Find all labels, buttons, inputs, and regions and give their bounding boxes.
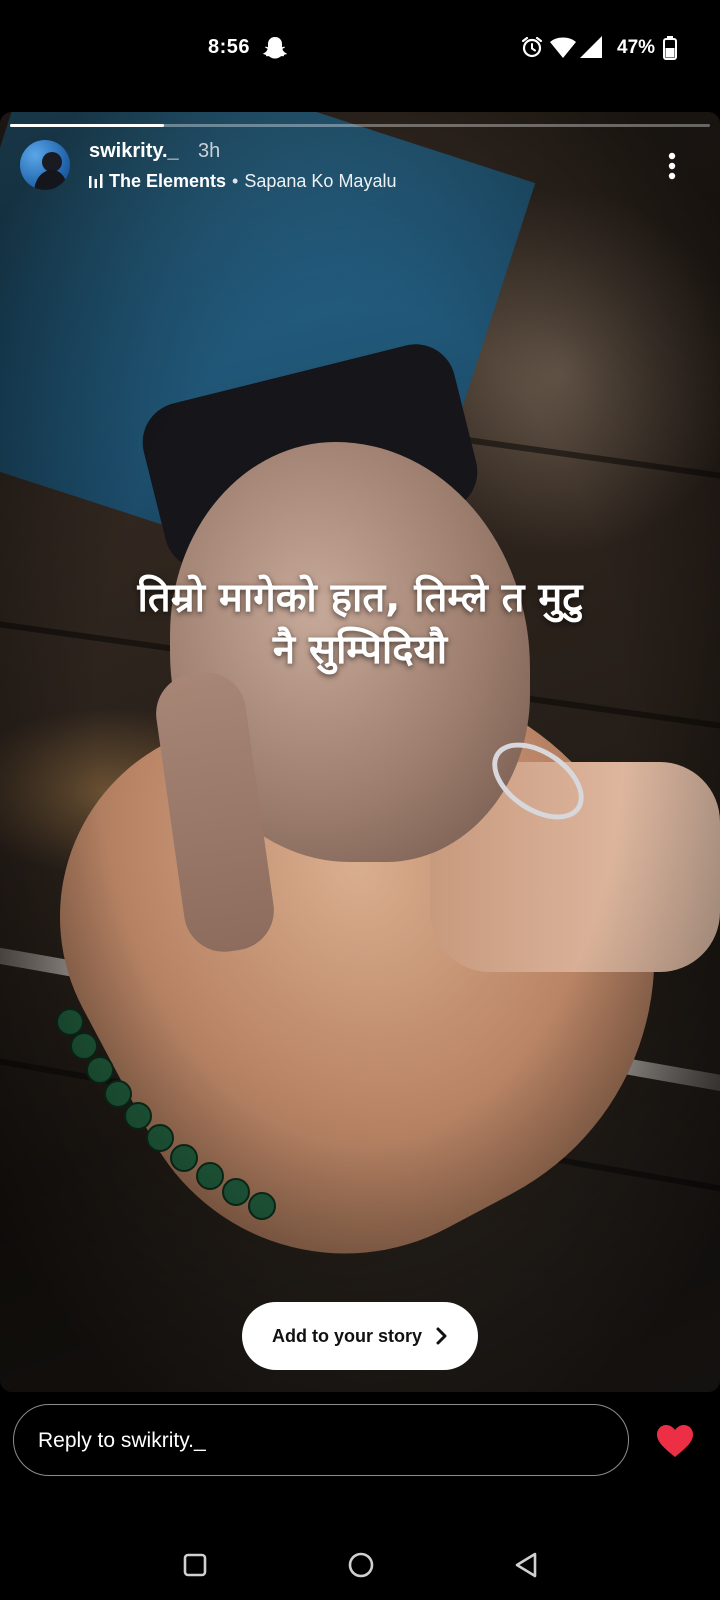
status-time: 8:56 <box>208 36 251 58</box>
home-icon[interactable] <box>348 1552 374 1578</box>
svg-text:4: 4 <box>567 51 572 59</box>
signal-icon <box>580 36 602 58</box>
audio-bars-icon <box>89 174 103 188</box>
reply-input[interactable]: Reply to swikrity._ <box>13 1404 629 1476</box>
caption-line-2: नै सुम्पिदियौ <box>272 627 448 673</box>
alarm-icon <box>521 36 543 58</box>
avatar[interactable] <box>20 140 70 190</box>
story-progress-bar <box>10 124 710 127</box>
battery-icon <box>663 36 677 60</box>
story-username[interactable]: swikrity._ <box>89 140 179 163</box>
music-separator: • <box>232 170 239 191</box>
back-icon[interactable] <box>514 1551 538 1579</box>
music-artist: The Elements <box>109 170 227 191</box>
more-options-icon[interactable] <box>668 152 676 180</box>
battery-percentage: 47% <box>617 37 656 58</box>
chevron-right-icon <box>436 1327 447 1345</box>
story-time-ago: 3h <box>198 140 221 162</box>
snapchat-ghost-icon <box>263 37 287 59</box>
heart-icon[interactable] <box>656 1424 694 1458</box>
reply-placeholder: Reply to swikrity._ <box>38 1429 206 1452</box>
story-caption: तिम्रो मागेको हात, तिम्ले त मुटु नै सुम्… <box>60 572 660 676</box>
add-to-story-label: Add to your story <box>271 1325 422 1346</box>
add-to-story-button[interactable]: Add to your story <box>242 1302 478 1370</box>
music-sticker[interactable]: The Elements • Sapana Ko Mayalu <box>89 169 396 193</box>
status-bar: 8:56 4 47% <box>0 0 720 96</box>
story-viewer-screen: 8:56 4 47% swikrity._ 3h The Elements • … <box>0 0 720 1600</box>
wifi-icon: 4 <box>550 37 576 59</box>
story-progress-fill <box>10 124 164 127</box>
photo-vignette <box>0 112 720 1392</box>
story-content[interactable]: swikrity._ 3h The Elements • Sapana Ko M… <box>0 112 720 1392</box>
avatar-photo-icon <box>34 152 68 190</box>
recent-apps-icon[interactable] <box>183 1553 207 1577</box>
music-song: Sapana Ko Mayalu <box>244 170 397 191</box>
caption-line-1: तिम्रो मागेको हात, तिम्ले त मुटु <box>137 575 583 621</box>
